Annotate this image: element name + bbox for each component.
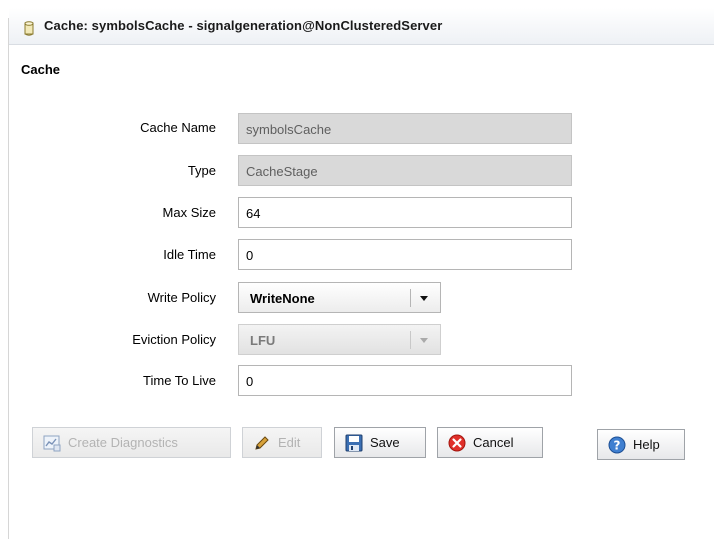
create-diagnostics-label: Create Diagnostics — [68, 435, 178, 450]
idle-time-label: Idle Time — [163, 247, 216, 262]
write-policy-label: Write Policy — [147, 290, 216, 305]
create-diagnostics-button: Create Diagnostics — [32, 427, 231, 458]
window-title: Cache: symbolsCache - signalgeneration@N… — [44, 18, 443, 33]
chevron-down-icon[interactable] — [420, 296, 428, 301]
type-field: CacheStage — [238, 155, 572, 186]
save-label: Save — [370, 435, 400, 450]
max-size-label: Max Size — [162, 205, 216, 220]
window-left-border — [8, 18, 9, 539]
cache-name-label: Cache Name — [140, 120, 216, 135]
idle-time-field[interactable]: 0 — [238, 239, 572, 270]
svg-text:?: ? — [614, 438, 621, 452]
help-label: Help — [633, 437, 660, 452]
select-divider — [410, 289, 411, 307]
floppy-disk-icon — [345, 434, 363, 451]
eviction-policy-select: LFU — [238, 324, 441, 355]
pencil-icon — [255, 435, 269, 450]
save-button[interactable]: Save — [334, 427, 426, 458]
cancel-button[interactable]: Cancel — [437, 427, 543, 458]
eviction-policy-value: LFU — [250, 333, 276, 348]
chevron-down-icon — [420, 338, 428, 343]
max-size-field[interactable]: 64 — [238, 197, 572, 228]
diagnostics-chart-icon — [43, 435, 61, 451]
time-to-live-field[interactable]: 0 — [238, 365, 572, 396]
select-divider — [410, 331, 411, 349]
cancel-label: Cancel — [473, 435, 514, 450]
write-policy-select[interactable]: WriteNone — [238, 282, 441, 313]
edit-button: Edit — [242, 427, 322, 458]
write-policy-value: WriteNone — [250, 291, 315, 306]
section-title: Cache — [21, 62, 61, 77]
window-titlebar: Cache: symbolsCache - signalgeneration@N… — [9, 8, 714, 45]
type-label: Type — [187, 163, 216, 178]
help-button[interactable]: ? Help — [597, 429, 685, 460]
cache-cylinder-icon — [24, 21, 34, 36]
cache-name-field: symbolsCache — [238, 113, 572, 144]
time-to-live-label: Time To Live — [143, 373, 216, 388]
edit-label: Edit — [278, 435, 301, 450]
cancel-x-icon — [448, 434, 466, 451]
help-question-icon: ? — [608, 436, 626, 453]
eviction-policy-label: Eviction Policy — [132, 332, 216, 347]
